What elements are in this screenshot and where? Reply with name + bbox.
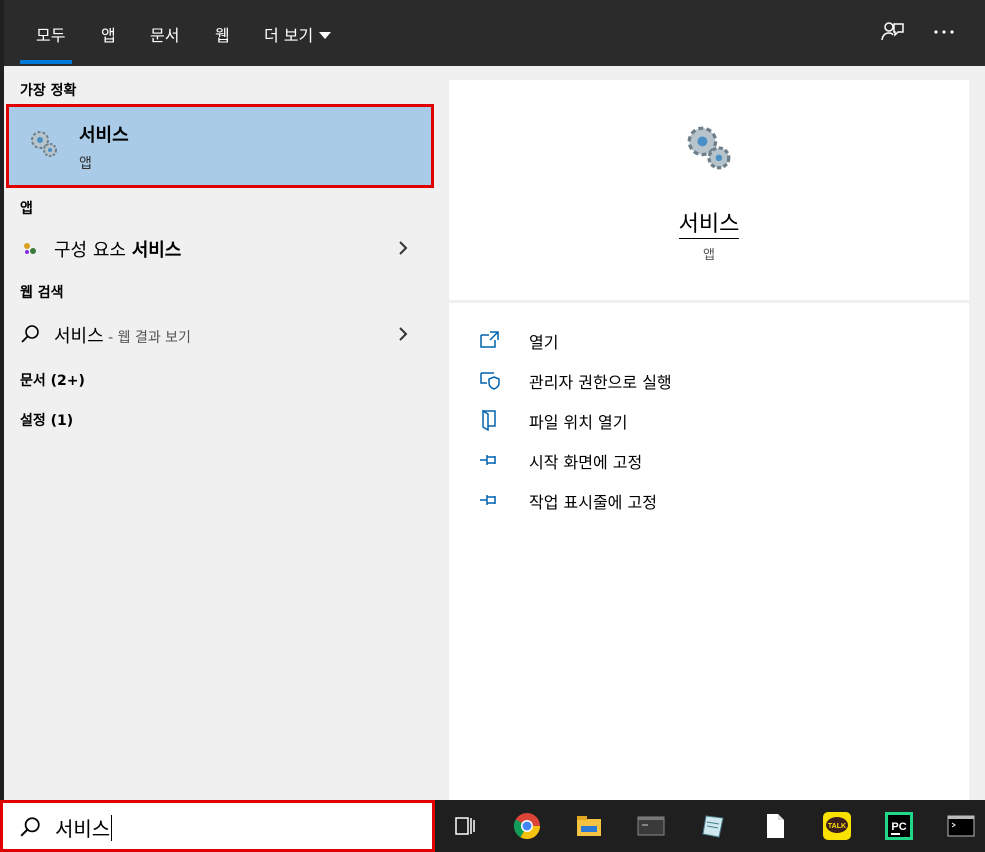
preview-title[interactable]: 서비스 xyxy=(449,206,969,239)
tab-all[interactable]: 모두 xyxy=(36,22,65,46)
search-input[interactable]: 서비스 xyxy=(55,813,113,842)
app-result-match: 서비스 xyxy=(131,240,182,261)
web-search-header: 웹 검색 xyxy=(20,285,64,301)
notes-app-icon[interactable] xyxy=(697,810,729,842)
preview-pane: 서비스 앱 열기 관리자 권한으로 실행 파일 위치 열기 시작 화면에 고정 … xyxy=(435,66,985,800)
chevron-right-icon[interactable] xyxy=(396,238,410,258)
search-icon xyxy=(20,817,40,837)
pycharm-icon[interactable]: PC xyxy=(883,810,915,842)
best-match-title: 서비스 xyxy=(79,125,129,146)
search-icon xyxy=(21,325,39,343)
start-search-window: 모두 앱 문서 웹 더 보기 가장 정확 서비스 앱 앱 구성 요소 서비스 웹… xyxy=(0,0,985,852)
apps-header: 앱 xyxy=(20,201,33,217)
tab-more-label: 더 보기 xyxy=(264,26,314,45)
taskbar-search-box[interactable]: 서비스 xyxy=(0,800,435,852)
file-explorer-icon[interactable] xyxy=(573,810,605,842)
action-open-label: 열기 xyxy=(529,333,559,352)
app-result-prefix: 구성 요소 xyxy=(54,240,132,261)
text-cursor xyxy=(111,815,113,841)
web-result-item[interactable]: 서비스 - 웹 결과 보기 xyxy=(4,314,435,354)
kakaotalk-icon[interactable]: TALK xyxy=(821,810,853,842)
pin-icon xyxy=(480,495,496,505)
settings-header[interactable]: 설정 (1) xyxy=(20,410,73,430)
blank-file-icon[interactable] xyxy=(759,810,791,842)
more-options-icon[interactable] xyxy=(930,18,958,46)
best-match-header: 가장 정확 xyxy=(20,83,77,99)
svg-text:PC: PC xyxy=(891,821,906,833)
action-list: 열기 관리자 권한으로 실행 파일 위치 열기 시작 화면에 고정 작업 표시줄… xyxy=(449,303,969,800)
task-view-icon[interactable] xyxy=(449,810,481,842)
caret-down-icon xyxy=(319,32,332,39)
action-open-file-location[interactable]: 파일 위치 열기 xyxy=(479,405,879,433)
best-match-subtitle: 앱 xyxy=(79,156,92,172)
tab-documents[interactable]: 문서 xyxy=(150,22,179,46)
svg-text:TALK: TALK xyxy=(828,823,846,830)
documents-header[interactable]: 문서 (2+) xyxy=(20,370,85,390)
app-result-label: 구성 요소 서비스 xyxy=(54,236,181,262)
active-tab-indicator xyxy=(20,60,72,64)
action-pin-to-start-label: 시작 화면에 고정 xyxy=(529,453,643,472)
action-open[interactable]: 열기 xyxy=(479,325,879,353)
feedback-icon[interactable] xyxy=(877,18,905,46)
tab-more[interactable]: 더 보기 xyxy=(264,22,332,46)
shield-icon xyxy=(480,372,500,390)
preview-card: 서비스 앱 xyxy=(449,80,969,300)
pin-icon xyxy=(480,455,496,465)
services-gear-icon xyxy=(31,131,57,157)
taskbar: TALK PC xyxy=(435,800,985,852)
action-open-file-location-label: 파일 위치 열기 xyxy=(529,413,628,432)
chevron-right-icon[interactable] xyxy=(396,324,410,344)
web-result-suffix: - 웹 결과 보기 xyxy=(103,330,191,346)
results-pane: 가장 정확 서비스 앱 앱 구성 요소 서비스 웹 검색 서비스 - 웹 결과 … xyxy=(4,66,435,800)
terminal-icon[interactable] xyxy=(945,810,977,842)
component-services-icon xyxy=(24,243,36,254)
search-input-value: 서비스 xyxy=(55,817,111,841)
action-pin-to-start[interactable]: 시작 화면에 고정 xyxy=(479,445,879,473)
action-run-as-admin[interactable]: 관리자 권한으로 실행 xyxy=(479,365,879,393)
preview-title-text: 서비스 xyxy=(678,212,740,239)
open-icon xyxy=(480,331,499,348)
web-result-label: 서비스 - 웹 결과 보기 xyxy=(54,322,191,348)
best-match-item[interactable]: 서비스 앱 xyxy=(6,104,434,188)
chrome-icon[interactable] xyxy=(511,810,543,842)
command-window-icon[interactable] xyxy=(635,810,667,842)
services-gear-icon xyxy=(687,126,731,170)
file-location-icon xyxy=(482,409,496,431)
action-pin-to-taskbar[interactable]: 작업 표시줄에 고정 xyxy=(479,485,879,513)
action-run-as-admin-label: 관리자 권한으로 실행 xyxy=(529,373,672,392)
app-result-component-services[interactable]: 구성 요소 서비스 xyxy=(4,228,435,268)
tab-web[interactable]: 웹 xyxy=(215,22,230,46)
preview-subtitle: 앱 xyxy=(703,248,715,263)
action-pin-to-taskbar-label: 작업 표시줄에 고정 xyxy=(529,493,657,512)
web-result-query: 서비스 xyxy=(54,326,104,347)
search-filter-bar: 모두 앱 문서 웹 더 보기 xyxy=(4,0,985,66)
tab-apps[interactable]: 앱 xyxy=(101,22,116,46)
